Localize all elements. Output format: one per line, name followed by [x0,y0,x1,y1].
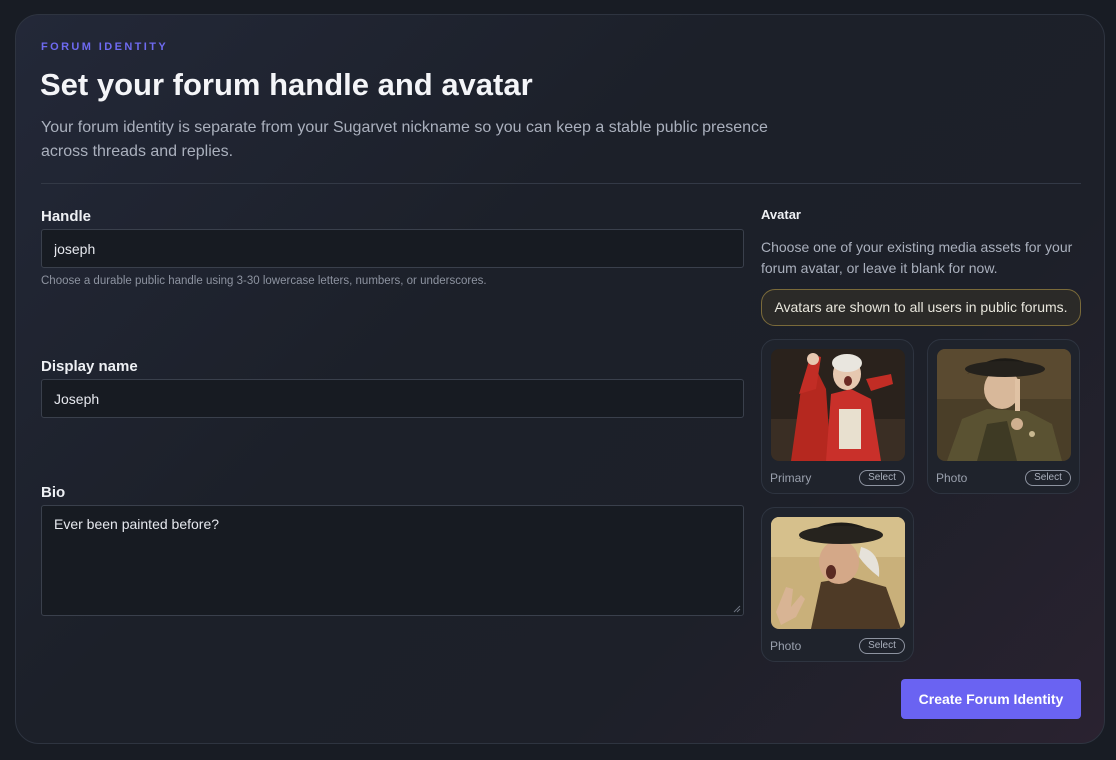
asset-label: Primary [770,471,812,485]
asset-label: Photo [936,471,968,485]
section-eyebrow: FORUM IDENTITY [41,41,169,53]
forum-identity-card: FORUM IDENTITY Set your forum handle and… [15,14,1105,744]
select-asset-button[interactable]: Select [1025,470,1071,486]
create-forum-identity-button[interactable]: Create Forum Identity [901,679,1081,719]
page-title: Set your forum handle and avatar [40,67,533,102]
avatar-asset-tile[interactable]: Photo Select [761,507,914,662]
divider [41,183,1081,184]
asset-thumbnail [771,517,905,629]
select-asset-button[interactable]: Select [859,470,905,486]
handle-hint: Choose a durable public handle using 3-3… [41,275,487,287]
avatar-label: Avatar [761,207,801,222]
select-asset-button[interactable]: Select [859,638,905,654]
bio-textarea[interactable]: Ever been painted before? [41,505,744,616]
bio-label: Bio [41,484,66,501]
avatar-visibility-notice: Avatars are shown to all users in public… [761,289,1081,326]
avatar-description: Choose one of your existing media assets… [761,239,1073,276]
handle-label: Handle [41,208,92,225]
resize-handle-icon[interactable] [733,605,741,613]
handle-input[interactable] [41,229,744,268]
asset-thumbnail [771,349,905,461]
avatar-asset-tile[interactable]: Photo Select [927,339,1080,494]
bio-text: Ever been painted before? [54,516,220,532]
display-name-input[interactable] [41,379,744,418]
asset-label: Photo [770,639,802,653]
display-name-label: Display name [41,358,138,375]
page-subtitle: Your forum identity is separate from you… [41,119,768,160]
avatar-asset-tile[interactable]: Primary Select [761,339,914,494]
asset-thumbnail [937,349,1071,461]
